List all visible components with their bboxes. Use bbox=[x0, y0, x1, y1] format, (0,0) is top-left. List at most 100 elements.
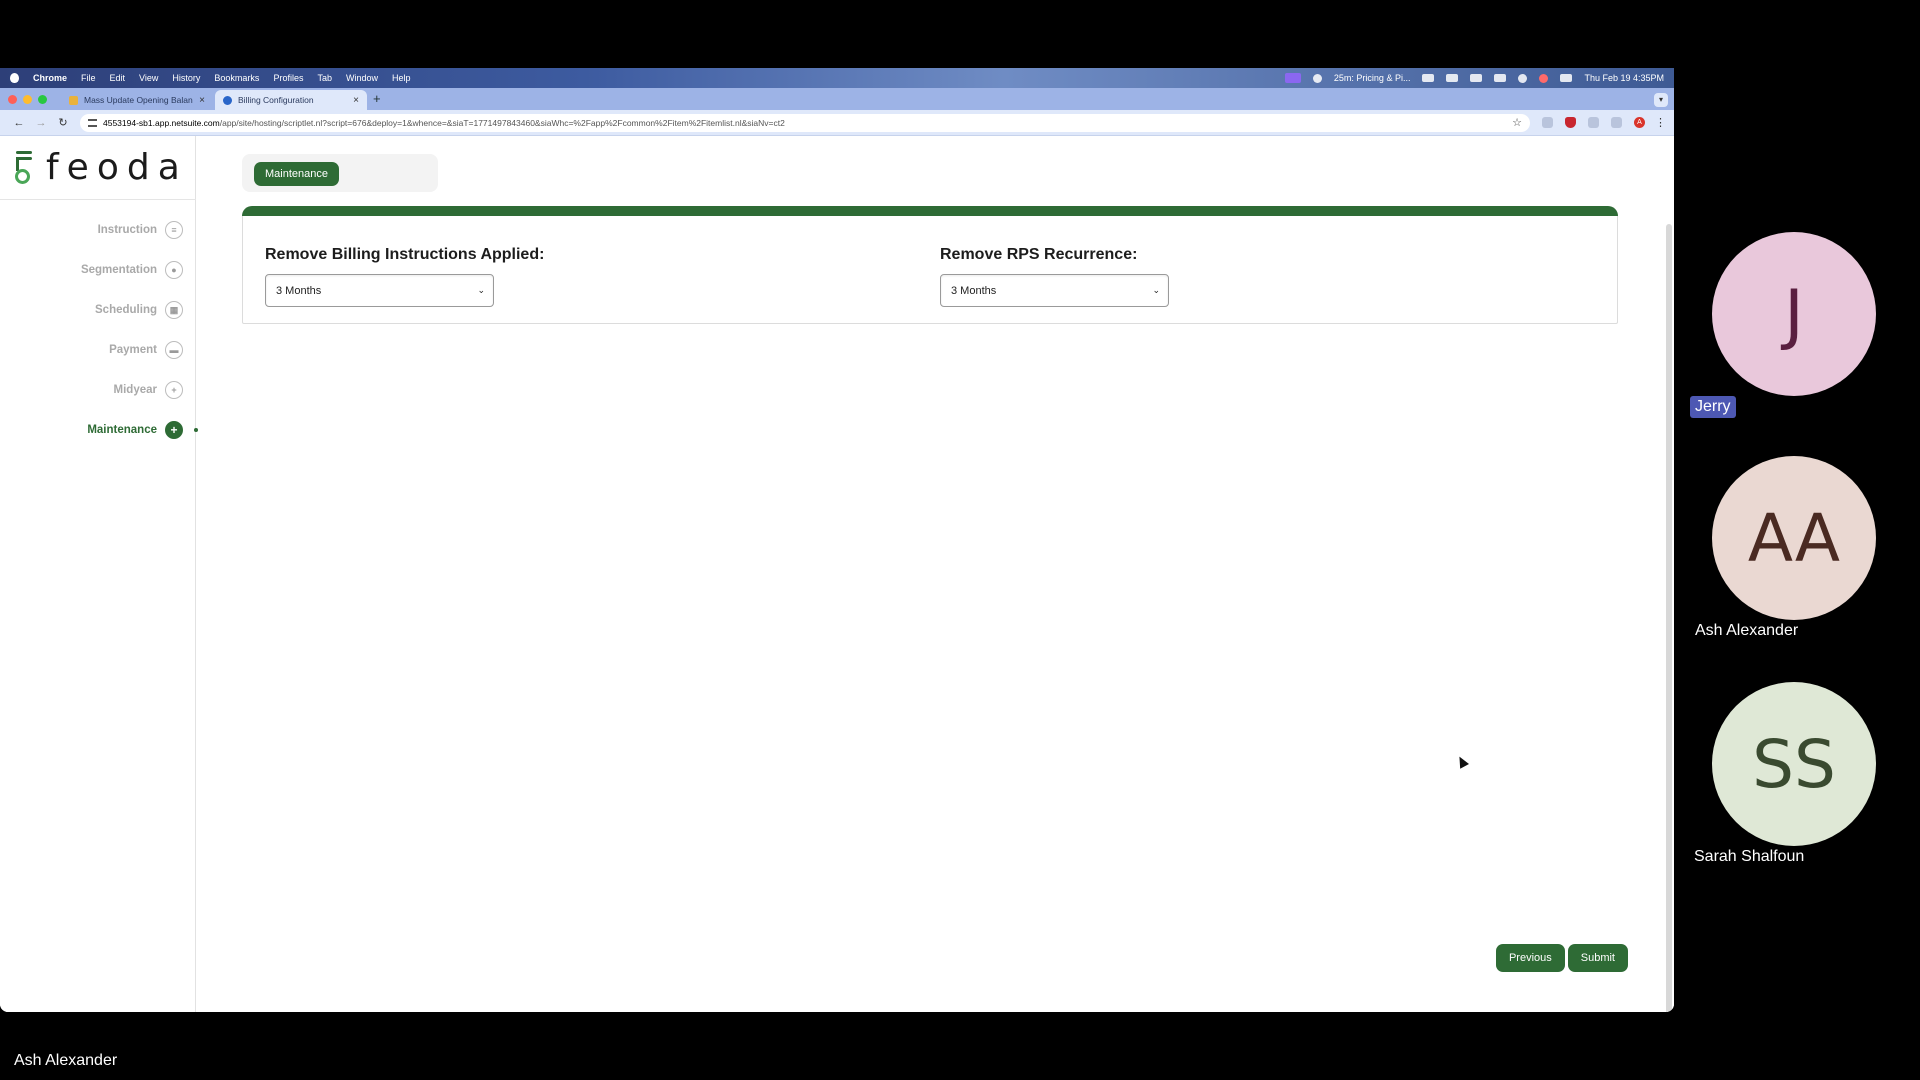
mac-menubar: Chrome File Edit View History Bookmarks … bbox=[0, 68, 1674, 88]
card-header-band bbox=[242, 206, 1618, 216]
close-icon[interactable]: × bbox=[353, 95, 359, 106]
search-icon[interactable] bbox=[1518, 73, 1528, 83]
participant-avatar-ash-alexander[interactable]: AA bbox=[1712, 456, 1876, 620]
sidebar-item-label: Instruction bbox=[97, 224, 157, 236]
sidebar-item-segmentation[interactable]: Segmentation ● bbox=[81, 260, 183, 280]
page-scrollbar[interactable] bbox=[1666, 224, 1672, 1012]
teams-icon[interactable] bbox=[1312, 73, 1322, 83]
sidebar-item-instruction[interactable]: Instruction ≡ bbox=[98, 220, 183, 240]
menu-profiles[interactable]: Profiles bbox=[273, 73, 303, 83]
field-label: Remove Billing Instructions Applied: bbox=[265, 246, 545, 263]
apple-icon[interactable] bbox=[10, 73, 19, 83]
reload-icon[interactable]: ↻ bbox=[52, 116, 74, 129]
url-text: 4553194-sb1.app.netsuite.com/app/site/ho… bbox=[103, 118, 1512, 128]
site-info-icon[interactable] bbox=[88, 118, 97, 127]
forward-icon[interactable]: → bbox=[30, 117, 52, 129]
field-remove-billing-instructions: Remove Billing Instructions Applied: 3 M… bbox=[265, 246, 544, 307]
remove-billing-instructions-select[interactable]: 3 Months ⌄ bbox=[265, 274, 494, 307]
menubar-clock[interactable]: Thu Feb 19 4:35PM bbox=[1584, 73, 1664, 83]
chevron-down-icon: ⌄ bbox=[1152, 285, 1160, 295]
feoda-logo-mark-icon bbox=[12, 149, 34, 185]
password-extension-icon[interactable] bbox=[1542, 117, 1553, 128]
menu-edit[interactable]: Edit bbox=[110, 73, 126, 83]
menu-bookmarks[interactable]: Bookmarks bbox=[214, 73, 259, 83]
sidebar-item-label: Payment bbox=[109, 344, 157, 356]
menu-file[interactable]: File bbox=[81, 73, 96, 83]
sidebar-item-midyear[interactable]: Midyear + bbox=[114, 380, 183, 400]
cloud-icon[interactable] bbox=[1422, 74, 1435, 82]
more-menu-icon[interactable]: ⋮ bbox=[1655, 116, 1666, 129]
user-icon: ● bbox=[165, 261, 183, 279]
menu-tab[interactable]: Tab bbox=[317, 73, 332, 83]
participant-name-sarah-shalfoun: Sarah Shalfoun bbox=[1694, 848, 1805, 865]
address-bar[interactable]: 4553194-sb1.app.netsuite.com/app/site/ho… bbox=[80, 113, 1530, 132]
wizard-sidebar: feoda Instruction ≡ Segmentation ● Sched… bbox=[0, 136, 198, 1012]
window-controls bbox=[8, 88, 47, 110]
submit-button[interactable]: Submit bbox=[1567, 944, 1628, 972]
screen-share-icon[interactable] bbox=[1284, 73, 1301, 83]
new-tab-button[interactable]: + bbox=[373, 90, 381, 110]
sidebar-item-scheduling[interactable]: Scheduling ▦ bbox=[95, 300, 183, 320]
meeting-stage: Chrome File Edit View History Bookmarks … bbox=[0, 0, 1920, 1080]
link-icon[interactable] bbox=[1470, 74, 1483, 82]
plus-icon: + bbox=[165, 381, 183, 399]
self-view-name: Ash Alexander bbox=[14, 1052, 118, 1069]
sidebar-item-maintenance[interactable]: Maintenance + bbox=[87, 420, 183, 440]
logo-text: feoda bbox=[46, 146, 188, 188]
main-content: Maintenance Remove Billing Instructions … bbox=[242, 136, 1618, 1012]
sidebar-item-label: Segmentation bbox=[80, 264, 157, 276]
calendar-icon: ▦ bbox=[165, 301, 183, 319]
tab-mass-update[interactable]: Mass Update Opening Balanc × bbox=[61, 90, 213, 110]
menubar-status-area: 25m: Pricing & Pi... Thu Feb 19 4:35PM bbox=[1284, 73, 1664, 83]
previous-button[interactable]: Previous bbox=[1495, 944, 1565, 972]
tab-billing-configuration[interactable]: Billing Configuration × bbox=[215, 90, 367, 110]
plus-icon: + bbox=[165, 421, 183, 439]
field-remove-rps-recurrence: Remove RPS Recurrence: 3 Months ⌄ bbox=[940, 246, 1169, 307]
sidebar-item-label: Maintenance bbox=[87, 424, 157, 436]
url-host: 4553194-sb1.app.netsuite.com bbox=[103, 117, 220, 128]
battery-icon[interactable] bbox=[1494, 74, 1507, 82]
tab-search-icon[interactable]: ▾ bbox=[1654, 93, 1668, 107]
netsuite-icon bbox=[223, 95, 232, 105]
shield-extension-icon[interactable] bbox=[1565, 117, 1576, 128]
minimize-window-icon[interactable] bbox=[23, 94, 32, 104]
close-window-icon[interactable] bbox=[8, 94, 17, 104]
participant-avatar-jerry[interactable]: J bbox=[1712, 232, 1876, 396]
avatar-initials: AA bbox=[1747, 499, 1841, 577]
puzzle-icon[interactable] bbox=[1611, 117, 1622, 128]
maximize-window-icon[interactable] bbox=[38, 94, 47, 104]
menu-history[interactable]: History bbox=[172, 73, 200, 83]
shared-screen: Chrome File Edit View History Bookmarks … bbox=[0, 68, 1674, 1012]
cloud-icon-2[interactable] bbox=[1446, 74, 1459, 82]
selected-value: 3 Months bbox=[276, 284, 322, 297]
record-icon[interactable] bbox=[1539, 73, 1549, 83]
feoda-logo: feoda bbox=[12, 146, 188, 188]
menu-window[interactable]: Window bbox=[346, 73, 378, 83]
calendar-status-item[interactable]: 25m: Pricing & Pi... bbox=[1334, 73, 1411, 83]
menu-view[interactable]: View bbox=[139, 73, 158, 83]
sidebar-item-label: Midyear bbox=[113, 384, 157, 396]
list-icon: ≡ bbox=[165, 221, 183, 239]
wizard-actions: Previous Submit bbox=[1495, 944, 1628, 972]
remove-rps-recurrence-select[interactable]: 3 Months ⌄ bbox=[940, 274, 1169, 307]
sidebar-item-payment[interactable]: Payment ▬ bbox=[109, 340, 183, 360]
participant-name-ash-alexander: Ash Alexander bbox=[1695, 622, 1799, 639]
tab-maintenance[interactable]: Maintenance bbox=[254, 162, 339, 186]
close-icon[interactable]: × bbox=[199, 95, 205, 106]
selected-value: 3 Months bbox=[951, 284, 997, 297]
participant-avatar-sarah-shalfoun[interactable]: SS bbox=[1712, 682, 1876, 846]
sidebar-divider bbox=[0, 199, 196, 200]
menu-app-name[interactable]: Chrome bbox=[33, 73, 67, 83]
tab-label: Billing Configuration bbox=[238, 95, 314, 105]
active-step-indicator bbox=[194, 428, 198, 432]
profile-avatar-icon[interactable]: A bbox=[1634, 117, 1645, 128]
card-icon: ▬ bbox=[165, 341, 183, 359]
avatar-initials: J bbox=[1784, 275, 1804, 353]
extension-icon[interactable] bbox=[1588, 117, 1599, 128]
back-icon[interactable]: ← bbox=[8, 117, 30, 129]
sidebar-item-label: Scheduling bbox=[95, 304, 157, 316]
menu-help[interactable]: Help bbox=[392, 73, 411, 83]
netsuite-suitelet-page: feoda Instruction ≡ Segmentation ● Sched… bbox=[0, 136, 1674, 1012]
control-center-icon[interactable] bbox=[1560, 74, 1573, 82]
bookmark-star-icon[interactable]: ☆ bbox=[1512, 116, 1522, 129]
